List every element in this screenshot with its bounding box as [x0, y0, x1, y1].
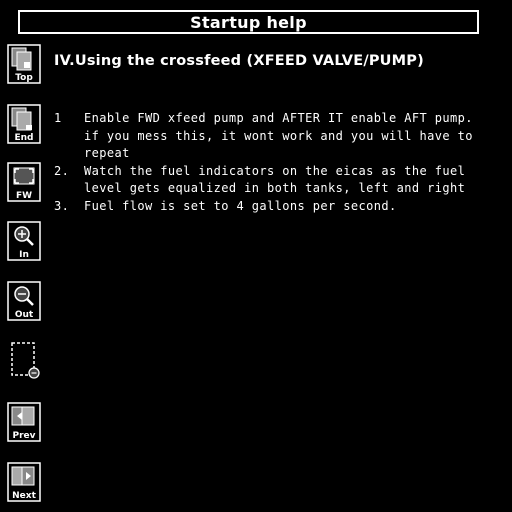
title-bar: Startup help — [18, 10, 479, 34]
zoom-out-button-label: Out — [14, 310, 34, 320]
help-content: IV.Using the crossfeed (XFEED VALVE/PUMP… — [54, 52, 494, 213]
section-heading: IV.Using the crossfeed (XFEED VALVE/PUMP… — [54, 53, 424, 69]
window-title: Startup help — [190, 12, 307, 32]
list-item: 1 Enable FWD xfeed pump and AFTER IT ena… — [54, 110, 494, 163]
fit-width-button-label: FW — [15, 191, 33, 201]
end-button[interactable]: End — [7, 104, 41, 144]
step-number: 2. — [54, 163, 70, 178]
prev-button[interactable]: Prev — [7, 402, 41, 442]
next-button[interactable]: Next — [7, 462, 41, 502]
zoom-area-icon — [11, 342, 40, 379]
next-button-label: Next — [12, 491, 36, 501]
step-text: Fuel flow is set to 4 gallons per second… — [84, 198, 397, 213]
step-number: 1 — [54, 111, 62, 125]
step-number: 3. — [54, 198, 70, 213]
zoom-area-button[interactable] — [7, 340, 41, 380]
toolbar: Top End FW In Out Prev Next — [0, 0, 50, 512]
prev-button-label: Prev — [12, 431, 36, 441]
step-text: Enable FWD xfeed pump and AFTER IT enabl… — [84, 111, 473, 160]
list-item: 2. Watch the fuel indicators on the eica… — [54, 163, 494, 198]
top-button-label: Top — [15, 73, 33, 83]
step-text: Watch the fuel indicators on the eicas a… — [84, 163, 466, 196]
list-item: 3. Fuel flow is set to 4 gallons per sec… — [54, 198, 494, 216]
zoom-out-button[interactable]: Out — [7, 281, 41, 321]
zoom-in-button-label: In — [19, 250, 29, 260]
fit-width-button[interactable]: FW — [7, 162, 41, 202]
end-button-label: End — [14, 133, 34, 143]
top-button[interactable]: Top — [7, 44, 41, 84]
zoom-in-button[interactable]: In — [7, 221, 41, 261]
steps-list: 1 Enable FWD xfeed pump and AFTER IT ena… — [54, 110, 494, 215]
